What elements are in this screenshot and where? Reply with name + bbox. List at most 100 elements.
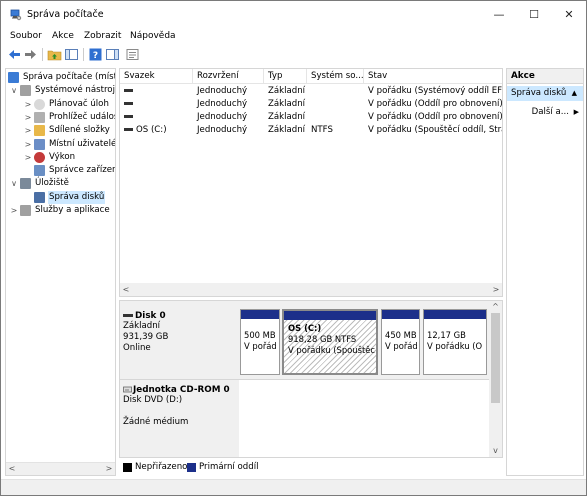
back-arrow-icon[interactable] [7,47,22,62]
volume-row[interactable]: Jednoduchý Základní V pořádku (Systémový o… [120,85,502,98]
computer-management-icon [10,9,22,21]
partition-header-bar [424,310,486,319]
partition-status: V pořádku (O [427,341,483,351]
expand-down-icon[interactable]: ∨ [10,177,18,190]
storage-icon [20,178,31,190]
tree-item-label: Správce zařízení [49,165,116,176]
scroll-up-icon[interactable]: ^ [489,301,502,313]
volume-cell-svazek [120,85,193,98]
action-pane-icon[interactable] [105,47,120,62]
actions-section-label: Správa disků [511,88,567,98]
partition-recovery-2[interactable]: 12,17 GB V pořádku (O [423,309,487,375]
volume-cell-rozvrzeni: Jednoduchý [197,86,248,96]
cdrom-0-info[interactable]: Jednotka CD-ROM 0 Disk DVD (D:) Žádné mé… [123,385,238,428]
partition-size: 450 MB [385,330,417,340]
disk-view-vertical-scrollbar[interactable]: ^ v [489,301,502,457]
column-header-system[interactable]: Systém so... [307,69,364,84]
tree-horizontal-scrollbar[interactable]: < > [6,462,115,475]
scroll-left-icon[interactable]: < [120,283,132,296]
volume-cell-stav: V pořádku (Oddíl pro obnovení) [368,112,502,122]
partition-efi[interactable]: 500 MB V pořád [240,309,280,375]
title-bar: Správa počítače — ☐ ✕ [1,1,586,29]
column-header-stav[interactable]: Stav [364,69,502,84]
volume-row[interactable]: OS (C:) Jednoduchý Základní NTFS V pořádku (… [120,124,502,137]
volume-list-horizontal-scrollbar[interactable]: < > [120,283,502,296]
expand-right-icon[interactable]: > [10,204,18,217]
expand-right-icon[interactable]: > [24,151,32,164]
cdrom-0-status: Žádné médium [123,417,189,427]
volume-cell-system [307,111,364,124]
partition-os-c[interactable]: OS (C:) 918,28 GB NTFS V pořádku (Spoušt… [282,309,378,375]
submenu-arrow-icon: ▶ [573,108,579,116]
partition-size: 918,28 GB NTFS [288,334,357,344]
volume-cell-stav: V pořádku (Oddíl pro obnovení) [368,99,502,109]
partition-status: V pořádku (Spouštěc [288,345,376,355]
disk-management-icon [34,191,45,203]
scroll-right-icon[interactable]: > [490,283,502,296]
menu-napoveda[interactable]: Nápověda [130,31,176,41]
help-icon[interactable]: ? [88,47,103,62]
tree-item-label: Úložiště [35,178,69,189]
partition-status: V pořád [385,341,418,351]
expand-right-icon[interactable]: > [24,111,32,124]
disk-icon [123,314,133,317]
up-folder-icon[interactable] [47,47,62,62]
collapse-arrow-icon[interactable]: ▲ [572,86,577,101]
volume-cell-typ: Základní [268,112,306,122]
volume-row[interactable]: Jednoduchý Základní V pořádku (Oddíl pro o… [120,111,502,124]
partition-recovery-1[interactable]: 450 MB V pořád [381,309,420,375]
volume-cell-typ: Základní [268,99,306,109]
column-header-typ[interactable]: Typ [264,69,307,84]
services-applications-icon [20,205,31,216]
legend-swatch-unallocated [123,463,132,472]
volume-name: OS (C:) [136,125,167,135]
event-viewer-icon [34,111,45,123]
menu-bar: Soubor Akce Zobrazit Nápověda [1,29,586,45]
computer-management-icon [8,72,19,83]
tree-item-label: Plánovač úloh [49,98,109,109]
expand-right-icon[interactable]: > [24,98,32,111]
actions-more-label: Další a... [531,107,569,117]
close-button[interactable]: ✕ [552,1,586,29]
expand-right-icon[interactable]: > [24,124,32,137]
volume-row[interactable]: Jednoduchý Základní V pořádku (Oddíl pro o… [120,98,502,111]
tree-item-label: Správa počítače (místní) [23,72,115,82]
volume-cell-system: NTFS [311,125,333,135]
cdrom-0-name: Jednotka CD-ROM 0 [133,385,230,395]
menu-zobrazit[interactable]: Zobrazit [84,31,121,41]
column-header-rozvrzeni[interactable]: Rozvržení [193,69,264,84]
column-header-svazek[interactable]: Svazek [120,69,193,84]
volume-cell-svazek [120,98,193,111]
tree-item-label: Správa disků [48,190,106,204]
expand-right-icon[interactable]: > [24,138,32,151]
legend-swatch-primary [187,463,196,472]
system-tools-icon [20,85,31,97]
minimize-button[interactable]: — [482,1,516,29]
forward-arrow-icon[interactable] [23,47,38,62]
window-title: Správa počítače [27,9,104,20]
volume-icon [124,89,133,92]
scroll-down-icon[interactable]: v [489,445,502,457]
menu-soubor[interactable]: Soubor [10,31,42,41]
volume-cell-svazek: OS (C:) [120,124,193,137]
disk-0-type: Základní [123,321,161,331]
properties-icon[interactable] [125,47,140,62]
scroll-left-icon[interactable]: < [6,463,18,475]
maximize-button[interactable]: ☐ [517,1,551,29]
disk-0-info[interactable]: Disk 0 Základní 931,39 GB Online [123,311,238,354]
actions-pane: Akce Správa disků ▲ Další a... ▶ [506,68,584,476]
volume-cell-system [307,85,364,98]
scroll-right-icon[interactable]: > [103,463,115,475]
tree-item-label: Služby a aplikace [35,205,110,215]
performance-icon [34,151,45,163]
actions-more-item[interactable]: Další a... ▶ [507,106,583,119]
menu-akce[interactable]: Akce [52,31,74,41]
actions-section-disk-management[interactable]: Správa disků ▲ [507,86,583,101]
toolbar-separator [83,48,84,61]
volume-cell-rozvrzeni: Jednoduchý [197,125,248,135]
show-hide-tree-icon[interactable] [64,47,79,62]
tree-item-label: Sdílené složky [49,125,110,136]
legend-label-unallocated: Nepřiřazeno [135,462,188,472]
expand-down-icon[interactable]: ∨ [10,84,18,97]
scroll-thumb[interactable] [491,313,500,403]
